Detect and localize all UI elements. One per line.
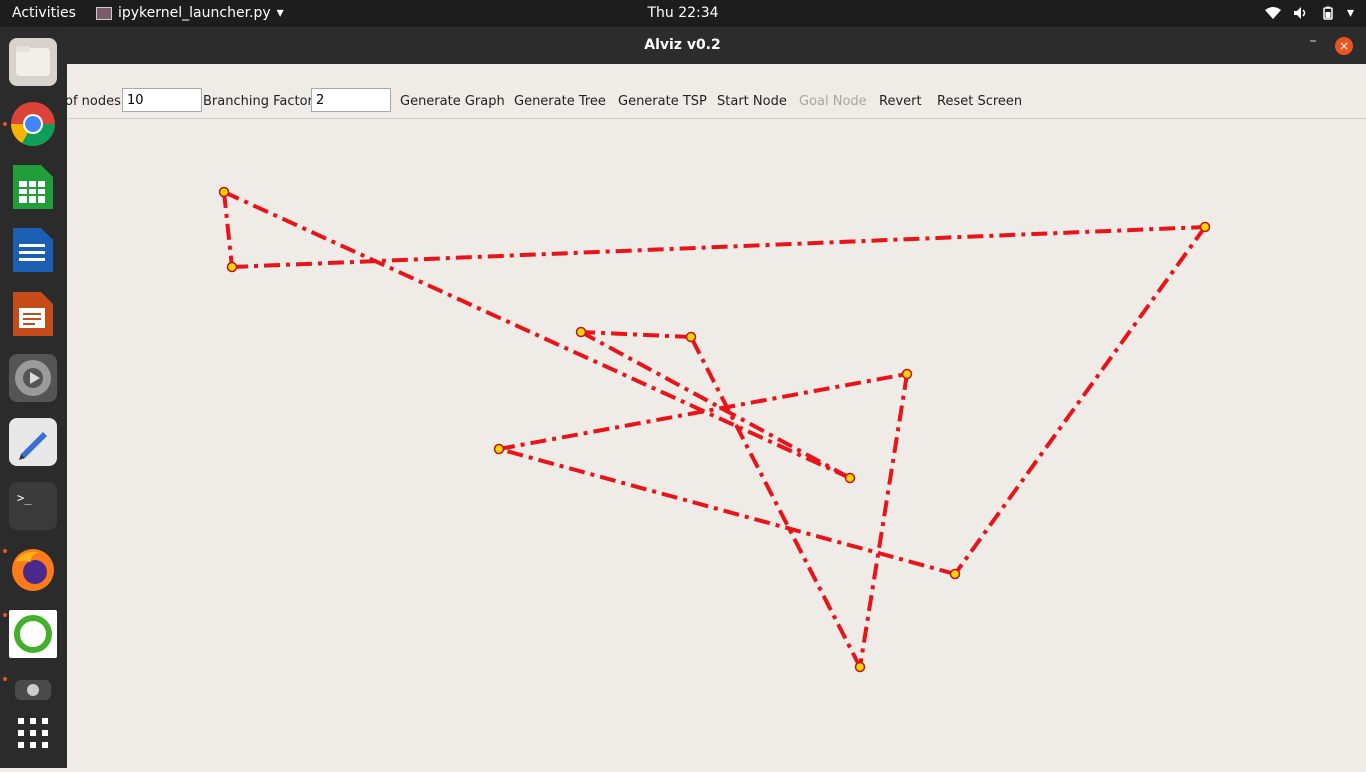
show-applications-icon[interactable]: [9, 709, 57, 757]
minimize-button[interactable]: –: [1303, 33, 1323, 57]
number-of-nodes-input[interactable]: [122, 88, 202, 112]
running-indicator: [3, 122, 7, 126]
graph-edge: [580, 330, 851, 480]
graph-node[interactable]: [901, 368, 913, 380]
top-bar: Activities ipykernel_launcher.py ▾ Thu 2…: [0, 0, 1366, 27]
graph-edge: [223, 190, 851, 480]
graph-svg: [218, 186, 1211, 673]
graph-edge: [222, 191, 234, 268]
graph-node[interactable]: [226, 261, 238, 273]
chevron-down-icon: ▾: [276, 5, 284, 21]
graph-edge: [580, 330, 692, 339]
impress-icon[interactable]: [9, 290, 57, 338]
writer-icon[interactable]: [9, 226, 57, 274]
graph-node[interactable]: [1199, 221, 1211, 233]
svg-text:>_: >_: [17, 491, 32, 505]
battery-icon: [1323, 6, 1333, 20]
generate-tsp-button[interactable]: Generate TSP: [618, 94, 707, 109]
text-editor-icon[interactable]: [9, 418, 57, 466]
graph-edge: [953, 225, 1207, 576]
firefox-icon[interactable]: [9, 546, 57, 594]
graph-node[interactable]: [844, 472, 856, 484]
graph-node[interactable]: [218, 186, 230, 198]
graph-node[interactable]: [854, 661, 866, 673]
graph-edge: [689, 336, 862, 668]
toolbar: of nodes: Branching Factor: Generate Gra…: [65, 84, 1366, 119]
graph-canvas[interactable]: [67, 119, 1366, 768]
graph-node[interactable]: [685, 331, 697, 343]
dock: >_: [0, 27, 67, 768]
start-node-button[interactable]: Start Node: [717, 94, 787, 109]
files-icon[interactable]: [9, 38, 57, 86]
webcam-icon[interactable]: [9, 674, 57, 700]
graph-node[interactable]: [575, 326, 587, 338]
number-of-nodes-label: of nodes:: [65, 94, 126, 109]
spreadsheet-icon[interactable]: [9, 163, 57, 211]
volume-icon: [1293, 7, 1306, 19]
graph-node[interactable]: [493, 443, 505, 455]
close-button[interactable]: ×: [1335, 37, 1353, 55]
running-indicator: [3, 549, 7, 553]
chevron-down-icon: ▾: [1346, 5, 1354, 21]
graph-edge: [858, 373, 909, 668]
revert-button[interactable]: Revert: [879, 94, 922, 109]
app-icon: [96, 6, 112, 20]
window-title: Alviz v0.2: [644, 37, 721, 53]
running-indicator: [3, 677, 7, 681]
chrome-icon[interactable]: [9, 100, 57, 148]
menu-bar: [67, 64, 1366, 85]
generate-tree-button[interactable]: Generate Tree: [514, 94, 606, 109]
reset-screen-button[interactable]: Reset Screen: [937, 94, 1022, 109]
settings-icon[interactable]: [9, 354, 57, 402]
terminal-icon[interactable]: >_: [9, 482, 57, 530]
window-titlebar[interactable]: Alviz v0.2 – ×: [67, 27, 1366, 64]
system-tray[interactable]: ▾: [1264, 5, 1354, 21]
anaconda-icon[interactable]: [9, 610, 57, 658]
branching-factor-input[interactable]: [311, 88, 391, 112]
graph-node[interactable]: [949, 568, 961, 580]
activities-button[interactable]: Activities: [12, 5, 76, 21]
wifi-icon: [1264, 7, 1281, 19]
generate-graph-button[interactable]: Generate Graph: [400, 94, 505, 109]
app-menu[interactable]: ipykernel_launcher.py ▾: [96, 5, 284, 21]
goal-node-button: Goal Node: [799, 94, 867, 109]
running-indicator: [3, 613, 7, 617]
branching-factor-label: Branching Factor:: [203, 94, 318, 109]
app-menu-label: ipykernel_launcher.py: [118, 5, 271, 21]
